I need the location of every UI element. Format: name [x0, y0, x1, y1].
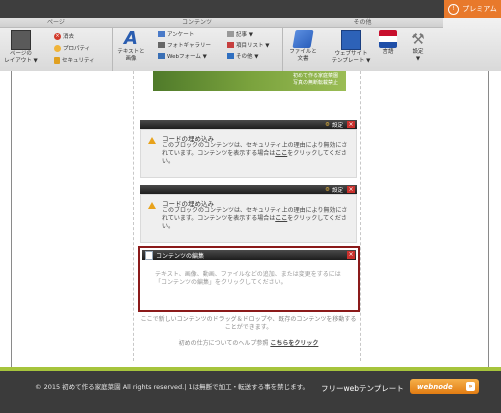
show-content-link[interactable]: ここ	[275, 150, 287, 157]
copyright-text: © 2015 初めて作る家庭菜園 All rights reserved.| 1…	[35, 383, 309, 391]
security-label: セキュリティ	[62, 58, 95, 64]
help-text: 初めの仕方についてのヘルプ参照	[178, 340, 269, 347]
page-layout-button[interactable]: ページの レイアウト ▼	[2, 30, 40, 65]
header-photo-caption: 初めて作る家庭菜園 写真の無断転載禁止	[292, 73, 338, 86]
page-border-right	[488, 71, 489, 367]
delete-button[interactable]: × 消去	[54, 32, 74, 40]
group-title-other: その他	[282, 18, 443, 28]
settings-button[interactable]: ⚒ 設定 ▼	[404, 30, 432, 63]
block-toolbar: ⚙ 設定 ×	[140, 120, 357, 129]
delete-icon: ×	[54, 32, 61, 40]
properties-button[interactable]: プロパティ	[54, 44, 90, 52]
language-label: 言語	[382, 49, 394, 55]
content-edit-hint: テキスト、画像、動画、ファイルなどの追加、または変更をするには「コンテンツの編集…	[155, 271, 341, 286]
content-edit-title: コンテンツの編集	[156, 252, 205, 260]
group-other: その他 ファイルと 文書 ウェブサイト テンプレート ▼ 言語 ⚒ 設定 ▼	[282, 18, 443, 71]
web-templates-label: ウェブサイト テンプレート ▼	[331, 51, 371, 64]
article-label: 記事 ▼	[236, 32, 253, 38]
other-grid-icon	[227, 53, 234, 59]
block-close-button[interactable]: ×	[347, 186, 355, 193]
header-photo: 初めて作る家庭菜園 写真の無断転載禁止	[153, 71, 346, 91]
layout-icon	[11, 30, 31, 50]
gear-icon: ⚙	[325, 122, 330, 128]
web-form-label: Webフォーム ▼	[167, 54, 207, 60]
files-docs-label: ファイルと 文書	[289, 49, 317, 62]
folder-icon	[292, 30, 314, 48]
group-contents: コンテンツ A テキストと 画像 アンケート フォトギャラリー Webフォーム …	[112, 18, 283, 71]
page-border-left	[11, 71, 12, 367]
block-toolbar: ⚙ 設定 ×	[140, 185, 357, 194]
drop-zone-hint: ここで新しいコンテンツのドラッグ＆ドロップや、既存のコンテンツを移動することがで…	[140, 316, 357, 331]
gear-icon: ⚙	[325, 187, 330, 193]
files-docs-button[interactable]: ファイルと 文書	[284, 30, 322, 63]
other-menu-button[interactable]: その他 ▼	[227, 52, 258, 60]
site-footer: © 2015 初めて作る家庭菜園 All rights reserved.| 1…	[0, 371, 501, 413]
survey-label: アンケート	[167, 32, 195, 38]
text-image-label: テキストと 画像	[117, 49, 145, 62]
item-list-icon	[227, 42, 234, 48]
survey-icon	[158, 31, 165, 37]
article-icon	[227, 31, 234, 37]
properties-icon	[54, 44, 61, 52]
block-settings-button[interactable]: ⚙ 設定	[325, 186, 343, 194]
embed-code-message: このブロックのコンテンツは、セキュリティ上の理由により無効にされています。コンテ…	[162, 142, 350, 166]
group-title-page: ページ	[0, 18, 112, 28]
warning-icon	[148, 137, 156, 144]
arrow-right-icon: »	[466, 382, 475, 391]
embed-code-block: コードの埋め込み このブロックのコンテンツは、セキュリティ上の理由により無効にさ…	[140, 194, 357, 243]
block-close-button[interactable]: ×	[347, 121, 355, 128]
article-button[interactable]: 記事 ▼	[227, 30, 253, 38]
top-bar: ! プレミアム	[0, 0, 501, 18]
flag-icon	[379, 30, 397, 48]
properties-label: プロパティ	[63, 46, 91, 52]
wrench-icon: ⚒	[411, 30, 425, 48]
ribbon-toolbar: ページ ページの レイアウト ▼ × 消去 プロパティ セキュリティ コンテンツ…	[0, 18, 501, 72]
web-form-icon	[158, 53, 165, 59]
text-image-button[interactable]: A テキストと 画像	[112, 30, 150, 63]
content-edit-bar[interactable]: コンテンツの編集 ×	[142, 250, 356, 260]
other-menu-label: その他 ▼	[236, 54, 259, 60]
photo-gallery-label: フォトギャラリー	[167, 43, 212, 49]
group-page: ページ ページの レイアウト ▼ × 消去 プロパティ セキュリティ	[0, 18, 113, 71]
content-close-button[interactable]: ×	[347, 251, 355, 259]
warning-icon	[148, 202, 156, 209]
show-content-link[interactable]: ここ	[275, 215, 287, 222]
premium-label: プレミアム	[462, 5, 497, 13]
item-list-label: 項目リスト ▼	[236, 43, 270, 49]
webnode-logo-text: webnode	[417, 382, 453, 391]
photo-gallery-icon	[158, 42, 165, 48]
delete-label: 消去	[63, 34, 75, 40]
page-layout-label: ページの レイアウト ▼	[4, 51, 38, 64]
group-title-contents: コンテンツ	[112, 18, 282, 28]
language-button[interactable]: 言語	[374, 30, 402, 56]
web-templates-button[interactable]: ウェブサイト テンプレート ▼	[330, 30, 372, 65]
content-edit-block[interactable]: コンテンツの編集 × テキスト、画像、動画、ファイルなどの追加、または変更をする…	[138, 246, 360, 312]
premium-button[interactable]: ! プレミアム	[444, 0, 501, 18]
template-icon	[341, 30, 361, 50]
block-settings-label: 設定	[331, 123, 343, 129]
free-template-label: フリーwebテンプレート	[321, 384, 404, 393]
photo-gallery-button[interactable]: フォトギャラリー	[158, 41, 211, 49]
help-line: 初めの仕方についてのヘルプ参照 こちらをクリック	[140, 338, 357, 347]
embed-code-message: このブロックのコンテンツは、セキュリティ上の理由により無効にされています。コンテ…	[162, 207, 350, 231]
survey-button[interactable]: アンケート	[158, 30, 194, 38]
security-button[interactable]: セキュリティ	[54, 56, 95, 64]
web-form-button[interactable]: Webフォーム ▼	[158, 52, 207, 60]
help-link[interactable]: こちらをクリック	[270, 340, 318, 347]
block-settings-label: 設定	[331, 188, 343, 194]
document-icon	[145, 250, 153, 260]
block-settings-button[interactable]: ⚙ 設定	[325, 121, 343, 129]
item-list-button[interactable]: 項目リスト ▼	[227, 41, 269, 49]
lock-icon	[54, 56, 60, 64]
embed-code-block: コードの埋め込み このブロックのコンテンツは、セキュリティ上の理由により無効にさ…	[140, 129, 357, 178]
text-image-icon: A	[124, 28, 138, 49]
webnode-button[interactable]: webnode »	[410, 379, 479, 394]
premium-icon: !	[448, 3, 460, 15]
settings-label: 設定 ▼	[412, 49, 424, 62]
